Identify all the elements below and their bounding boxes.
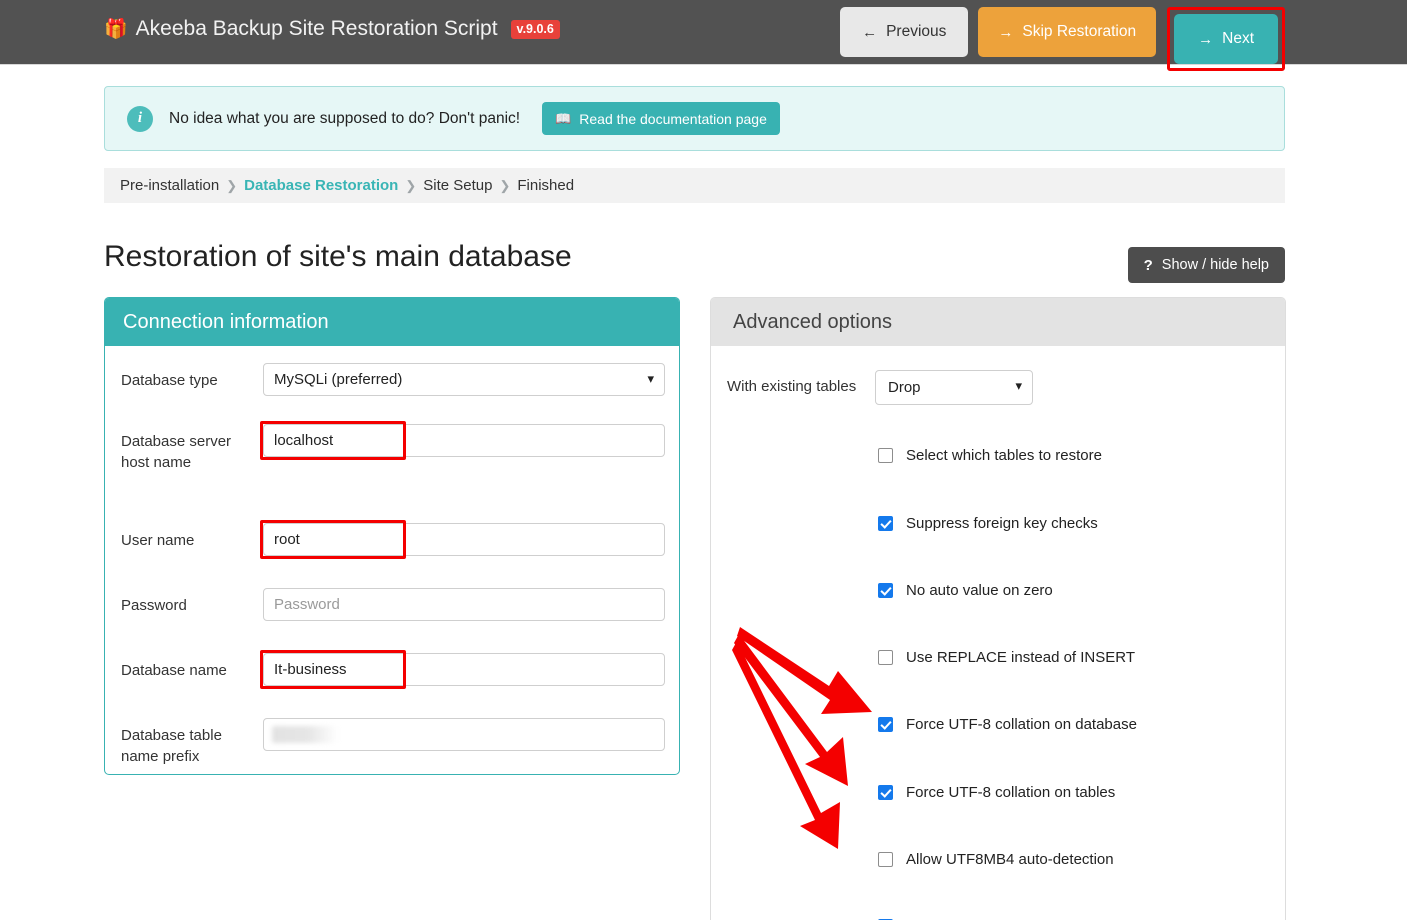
arrow-right-icon: →: [1198, 30, 1214, 48]
checkbox-allow-utf8mb4-auto-detection[interactable]: [878, 852, 893, 867]
checkbox-no-auto-value-on-zero[interactable]: [878, 583, 893, 598]
connection-panel-heading: Connection information: [105, 298, 679, 346]
app-root: 🎁 Akeeba Backup Site Restoration Script …: [0, 0, 1407, 920]
existing-tables-label: With existing tables: [727, 378, 857, 395]
checkbox-row-suppress-fk[interactable]: Suppress foreign key checks: [711, 515, 1285, 532]
database-type-label: Database type: [121, 372, 218, 389]
checkbox-select-which-tables[interactable]: [878, 448, 893, 463]
app-title: Akeeba Backup Site Restoration Script: [135, 17, 498, 40]
checkbox-suppress-foreign-key-checks[interactable]: [878, 516, 893, 531]
connection-panel-body: Database type MySQLi (preferred) ▾ Datab…: [105, 363, 679, 767]
next-button-highlight: → Next: [1167, 7, 1285, 71]
checkbox-row-utf8-tables[interactable]: Force UTF-8 collation on tables: [711, 784, 1285, 801]
table-prefix-redacted-value: [272, 726, 338, 743]
database-type-select[interactable]: MySQLi (preferred): [263, 363, 665, 396]
checkbox-use-replace-instead-of-insert[interactable]: [878, 650, 893, 665]
arrow-left-icon: ←: [862, 23, 878, 41]
advanced-panel-heading: Advanced options: [711, 298, 1285, 346]
advanced-panel-body: With existing tables Drop ▾ Select which…: [711, 346, 1285, 920]
book-icon: 📖: [555, 111, 572, 126]
password-input[interactable]: [263, 588, 665, 621]
read-documentation-button[interactable]: 📖 Read the documentation page: [542, 102, 780, 135]
arrow-right-icon: →: [998, 23, 1014, 41]
database-name-input[interactable]: [263, 653, 665, 686]
version-badge: v.9.0.6: [510, 19, 560, 39]
password-label: Password: [121, 597, 187, 614]
next-button[interactable]: → Next: [1174, 14, 1278, 64]
package-icon: 🎁: [104, 18, 128, 40]
checkbox-row-utf8-database[interactable]: Force UTF-8 collation on database: [711, 716, 1285, 733]
page-title: Restoration of site's main database: [104, 240, 572, 273]
advanced-options-panel: Advanced options With existing tables Dr…: [710, 297, 1286, 920]
read-documentation-label: Read the documentation page: [579, 110, 767, 127]
field-row-user-name: User name: [105, 520, 679, 559]
existing-tables-select[interactable]: Drop: [875, 370, 1033, 405]
chevron-right-icon: ❯: [499, 177, 511, 193]
next-button-label: Next: [1222, 30, 1254, 47]
checkbox-row-select-tables[interactable]: Select which tables to restore: [711, 447, 1285, 464]
question-icon: ?: [1143, 256, 1153, 274]
checkbox-row-utf8mb4[interactable]: Allow UTF8MB4 auto-detection: [711, 851, 1285, 868]
field-row-database-host: Database server host name: [105, 421, 679, 473]
show-hide-help-button[interactable]: ? Show / hide help: [1127, 247, 1285, 283]
field-row-database-name: Database name: [105, 650, 679, 689]
connection-information-panel: Connection information Database type MyS…: [104, 297, 680, 775]
checkbox-label-select-which-tables: Select which tables to restore: [906, 447, 1102, 464]
page-header: Restoration of site's main database ? Sh…: [104, 240, 1285, 290]
info-banner: i No idea what you are supposed to do? D…: [104, 86, 1285, 151]
database-name-label: Database name: [121, 662, 227, 679]
checkbox-label-allow-utf8mb4-auto-detection: Allow UTF8MB4 auto-detection: [906, 851, 1114, 868]
info-banner-text: No idea what you are supposed to do? Don…: [169, 109, 521, 127]
previous-button-label: Previous: [886, 23, 947, 40]
top-bar: 🎁 Akeeba Backup Site Restoration Script …: [0, 0, 1407, 71]
breadcrumb-item-site-setup[interactable]: Site Setup: [423, 177, 492, 194]
checkbox-label-suppress-foreign-key-checks: Suppress foreign key checks: [906, 515, 1098, 532]
user-name-input[interactable]: [263, 523, 665, 556]
skip-restoration-label: Skip Restoration: [1022, 23, 1137, 40]
skip-restoration-button[interactable]: → Skip Restoration: [978, 7, 1157, 57]
previous-button[interactable]: ← Previous: [840, 7, 969, 57]
info-icon: i: [127, 105, 153, 132]
breadcrumb: Pre-installation ❯ Database Restoration …: [104, 168, 1285, 203]
chevron-right-icon: ❯: [405, 177, 417, 193]
breadcrumb-item-pre-installation[interactable]: Pre-installation: [120, 177, 219, 194]
checkbox-row-use-replace[interactable]: Use REPLACE instead of INSERT: [711, 649, 1285, 666]
checkbox-label-no-auto-value-on-zero: No auto value on zero: [906, 582, 1053, 599]
table-prefix-label: Database table name prefix: [121, 727, 222, 765]
field-row-database-type: Database type MySQLi (preferred) ▾: [105, 363, 679, 396]
database-host-label: Database server host name: [121, 433, 232, 471]
top-button-group: ← Previous → Skip Restoration → Next: [840, 7, 1285, 71]
checkbox-force-utf8-collation-on-database[interactable]: [878, 717, 893, 732]
user-name-label: User name: [121, 532, 195, 549]
checkbox-label-force-utf8-collation-on-tables: Force UTF-8 collation on tables: [906, 784, 1116, 801]
checkbox-row-no-auto-value[interactable]: No auto value on zero: [711, 582, 1285, 599]
checkbox-label-force-utf8-collation-on-database: Force UTF-8 collation on database: [906, 716, 1137, 733]
chevron-right-icon: ❯: [226, 177, 238, 193]
database-host-input[interactable]: [263, 424, 665, 457]
field-row-existing-tables: With existing tables Drop ▾: [711, 346, 1285, 405]
app-brand: 🎁 Akeeba Backup Site Restoration Script …: [104, 17, 560, 41]
checkbox-force-utf8-collation-on-tables[interactable]: [878, 785, 893, 800]
show-hide-help-label: Show / hide help: [1161, 257, 1269, 273]
breadcrumb-item-finished[interactable]: Finished: [517, 177, 574, 194]
checkbox-label-use-replace-instead-of-insert: Use REPLACE instead of INSERT: [906, 649, 1135, 666]
field-row-table-prefix: Database table name prefix: [105, 718, 679, 767]
field-row-password: Password: [105, 588, 679, 621]
breadcrumb-item-database-restoration[interactable]: Database Restoration: [244, 177, 398, 194]
